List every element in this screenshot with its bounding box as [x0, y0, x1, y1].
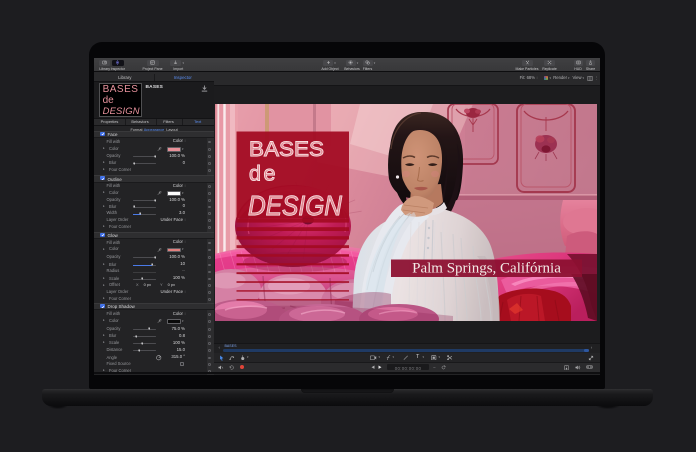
svg-text:DESIGN: DESIGN [248, 190, 342, 221]
svg-text:de: de [249, 162, 278, 186]
svg-text:Palm Springs, Califórnia: Palm Springs, Califórnia [412, 261, 561, 277]
svg-text:BASES: BASES [249, 137, 324, 161]
